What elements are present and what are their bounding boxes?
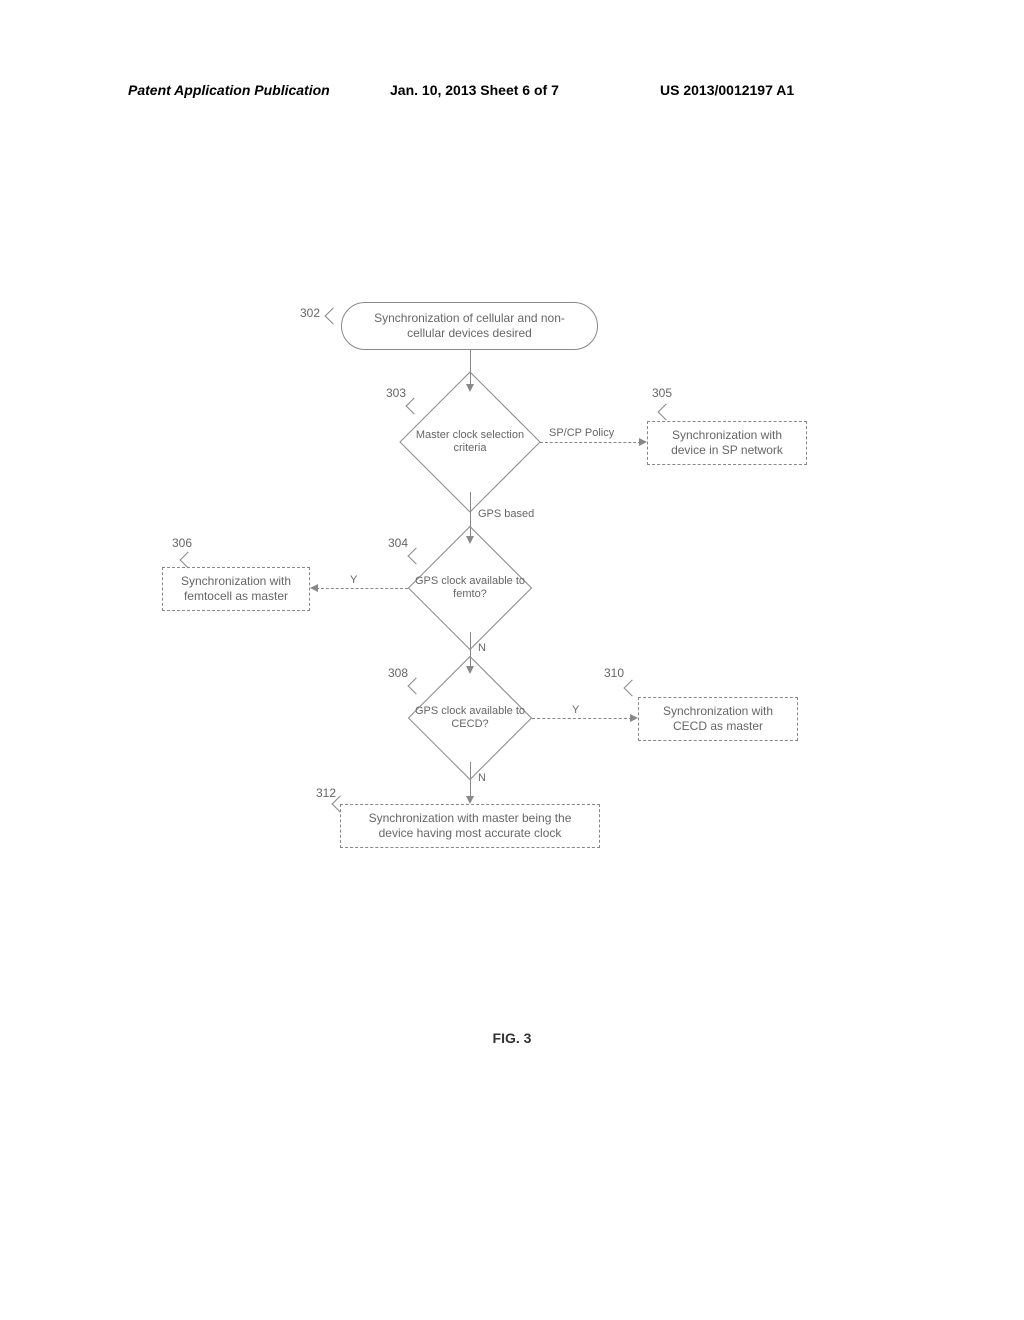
arrow-right-icon: [630, 714, 638, 722]
ref-312: 312: [316, 786, 336, 800]
ref-306-tick: [180, 552, 197, 569]
process-312-text: Synchronization with master being the de…: [369, 811, 572, 841]
arrow-left-icon: [310, 584, 318, 592]
ref-306: 306: [172, 536, 192, 550]
process-306-text: Synchronization with femtocell as master: [181, 574, 291, 604]
ref-305-tick: [658, 404, 675, 421]
decision-303: Master clock selection criteria: [420, 392, 520, 492]
process-310: Synchronization with CECD as master: [638, 697, 798, 741]
edge-gps: GPS based: [478, 508, 534, 520]
process-306: Synchronization with femtocell as master: [162, 567, 310, 611]
decision-308-text: GPS clock available to CECD?: [412, 674, 528, 762]
decision-304: GPS clock available to femto?: [426, 544, 514, 632]
terminator-start: Synchronization of cellular and non- cel…: [341, 302, 598, 350]
edge-y-304: Y: [350, 574, 357, 586]
decision-308: GPS clock available to CECD?: [426, 674, 514, 762]
header-right: US 2013/0012197 A1: [660, 82, 794, 98]
ref-304: 304: [388, 536, 408, 550]
arrow-down-icon: [466, 796, 474, 804]
arrow-right-icon: [639, 438, 647, 446]
ref-308: 308: [388, 666, 408, 680]
header-center: Jan. 10, 2013 Sheet 6 of 7: [390, 82, 559, 98]
ref-305: 305: [652, 386, 672, 400]
ref-303: 303: [386, 386, 406, 400]
process-305: Synchronization with device in SP networ…: [647, 421, 807, 465]
connector: [532, 718, 632, 719]
edge-y-308: Y: [572, 704, 579, 716]
connector: [470, 762, 471, 798]
terminator-start-text: Synchronization of cellular and non- cel…: [374, 311, 565, 341]
ref-310: 310: [604, 666, 624, 680]
process-310-text: Synchronization with CECD as master: [663, 704, 773, 734]
edge-n-308: N: [478, 772, 486, 784]
process-305-text: Synchronization with device in SP networ…: [671, 428, 783, 458]
edge-n-304: N: [478, 642, 486, 654]
decision-304-text: GPS clock available to femto?: [412, 544, 528, 632]
ref-302: 302: [300, 306, 320, 320]
header-left: Patent Application Publication: [128, 82, 330, 98]
connector: [540, 442, 641, 443]
process-312: Synchronization with master being the de…: [340, 804, 600, 848]
figure-caption: FIG. 3: [0, 1030, 1024, 1046]
page: Patent Application Publication Jan. 10, …: [0, 0, 1024, 1320]
ref-310-tick: [624, 680, 641, 697]
edge-spcp: SP/CP Policy: [549, 427, 614, 439]
connector: [316, 588, 408, 589]
ref-302-tick: [325, 308, 342, 325]
